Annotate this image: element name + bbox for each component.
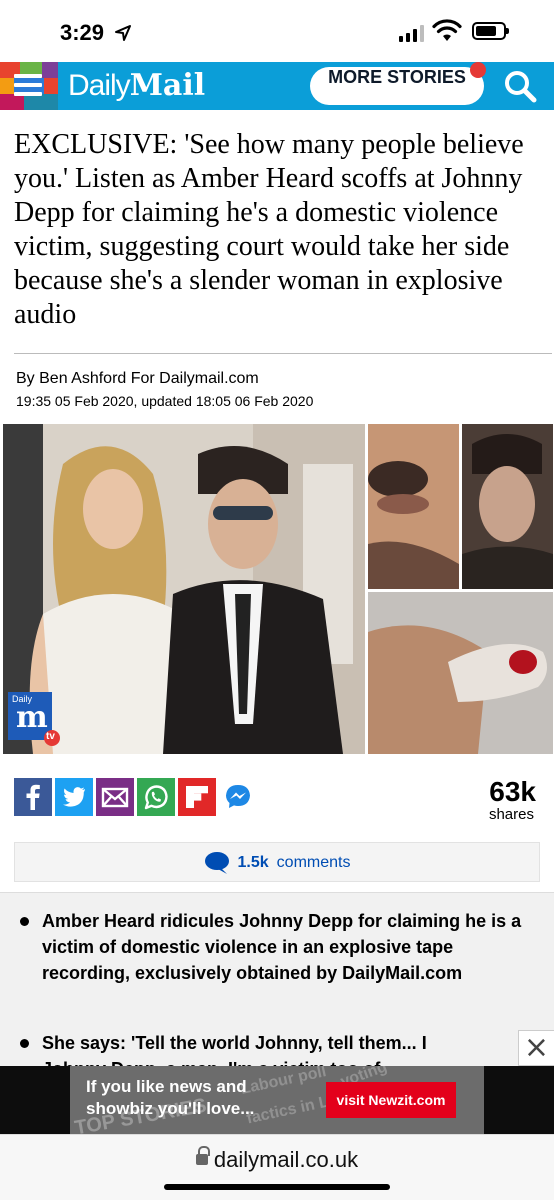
comments-label: comments <box>276 854 351 871</box>
article-photo-bruise[interactable] <box>368 424 459 589</box>
summary-bullet-2-line-1: She says: 'Tell the world Johnny, tell t… <box>42 1033 427 1053</box>
shares-label: shares <box>488 806 534 823</box>
ad-text-line-1: If you like news and <box>86 1077 247 1096</box>
summary-bullet-1: Amber Heard ridicules Johnny Depp for cl… <box>42 911 522 983</box>
notification-dot <box>470 62 486 78</box>
shares-count: 63k <box>489 776 536 807</box>
email-icon[interactable] <box>96 778 134 816</box>
search-icon[interactable] <box>502 68 538 104</box>
dailymail-tv-badge: Daily m tv <box>8 692 62 746</box>
lock-icon <box>195 1146 210 1168</box>
url-domain: dailymail.co.uk <box>213 1147 359 1172</box>
comments-count: 1.5k <box>237 854 269 871</box>
wifi-icon <box>432 19 462 41</box>
bullet-dot <box>18 917 32 931</box>
status-bar: 3:29 <box>0 0 554 62</box>
messenger-icon[interactable] <box>219 778 257 816</box>
comment-bubble-icon <box>204 852 229 874</box>
badge-label-tv: tv <box>46 731 55 742</box>
dateline: 19:35 05 Feb 2020, updated 18:05 06 Feb … <box>16 393 314 409</box>
ad-close-button[interactable]: × <box>518 1030 554 1066</box>
flipboard-icon[interactable] <box>178 778 216 816</box>
ad-text: If you like news and showbiz you'll love… <box>86 1076 286 1120</box>
location-arrow-icon <box>115 25 131 41</box>
whatsapp-icon[interactable] <box>137 778 175 816</box>
status-time: 3:29 <box>60 20 105 45</box>
ad-text-line-2: showbiz you'll love... <box>86 1099 255 1118</box>
hamburger-icon <box>14 74 42 101</box>
twitter-icon[interactable] <box>55 778 93 816</box>
article-summary: Amber Heard ridicules Johnny Depp for cl… <box>0 892 554 1072</box>
comments-button[interactable]: 1.5k comments <box>14 842 540 882</box>
article-photo-face[interactable] <box>462 424 553 589</box>
menu-button[interactable] <box>0 62 58 110</box>
badge-letter-m: m <box>16 700 48 735</box>
site-logo[interactable]: DailyMail <box>68 68 205 103</box>
more-stories-button[interactable]: MORE STORIES <box>310 67 484 105</box>
battery-icon <box>472 22 509 40</box>
byline: By Ben Ashford For Dailymail.com <box>16 370 259 387</box>
ad-visit-button[interactable]: visit Newzit.com <box>326 1082 456 1118</box>
ad-strip: TOP STORIES Labour poll factics in L vot… <box>0 1066 554 1134</box>
site-header: DailyMail MORE STORIES <box>0 62 554 110</box>
browser-url-bar[interactable]: dailymail.co.uk <box>0 1134 554 1200</box>
url-display: dailymail.co.uk <box>0 1146 554 1173</box>
home-indicator[interactable] <box>164 1184 390 1190</box>
newzit-ad[interactable]: TOP STORIES Labour poll factics in L vot… <box>70 1066 484 1134</box>
facebook-icon[interactable] <box>14 778 52 816</box>
article-photo-finger[interactable] <box>368 592 553 754</box>
cellular-signal-icon <box>399 24 424 42</box>
bullet-dot <box>18 1039 32 1053</box>
divider <box>14 353 552 354</box>
article-headline: EXCLUSIVE: 'See how many people believe … <box>14 129 524 330</box>
